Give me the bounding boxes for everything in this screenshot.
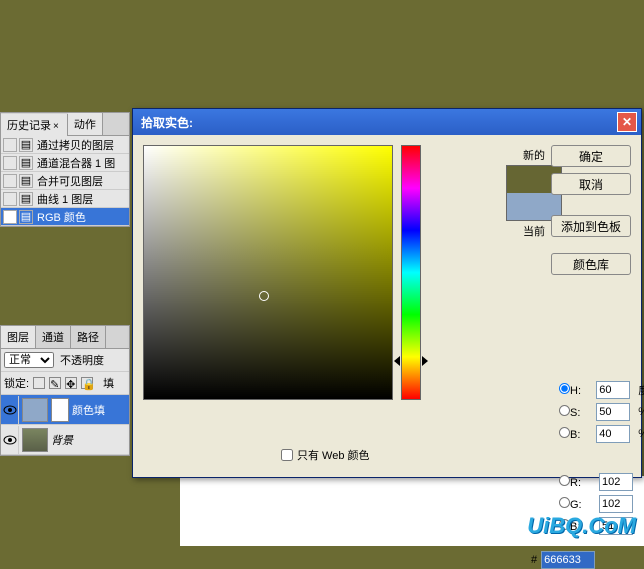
- history-item-label: 通道混合器 1 图: [37, 155, 115, 171]
- history-item-label: RGB 颜色: [37, 209, 86, 225]
- radio-s[interactable]: [559, 405, 570, 416]
- eye-icon: [3, 435, 17, 445]
- unit-deg: 度: [636, 382, 644, 398]
- lock-position-icon[interactable]: ✥: [65, 377, 77, 389]
- history-snapshot-slot[interactable]: [3, 156, 17, 170]
- layer-icon: ▤: [19, 138, 33, 152]
- label-s: S:: [570, 407, 582, 419]
- tab-layers[interactable]: 图层: [1, 326, 36, 348]
- history-tabs: 历史记录× 动作: [1, 113, 129, 136]
- opacity-label: 不透明度: [60, 352, 104, 368]
- adjustment-icon: ▤: [19, 156, 33, 170]
- history-snapshot-slot[interactable]: [3, 192, 17, 206]
- history-item[interactable]: ▤ 通过拷贝的图层: [1, 136, 129, 154]
- color-picker-dialog: 拾取实色: ✕ 新的 当前 确定 取消 添加到色板 颜色: [132, 108, 642, 478]
- history-item[interactable]: ▸ ▤ RGB 颜色: [1, 208, 129, 226]
- tab-paths[interactable]: 路径: [71, 326, 106, 348]
- lock-pixels-icon[interactable]: ✎: [49, 377, 61, 389]
- close-icon[interactable]: ×: [51, 121, 61, 132]
- history-item-label: 合并可见图层: [37, 173, 103, 189]
- cancel-button[interactable]: 取消: [551, 173, 631, 195]
- watermark: UiBQ.CoM: [527, 513, 636, 539]
- add-swatch-button[interactable]: 添加到色板: [551, 215, 631, 237]
- swatch-current-label: 当前: [523, 223, 545, 239]
- input-bri[interactable]: [596, 425, 630, 443]
- history-item[interactable]: ▤ 曲线 1 图层: [1, 190, 129, 208]
- input-r[interactable]: [599, 473, 633, 491]
- radio-bri[interactable]: [559, 427, 570, 438]
- layers-options: 正常 不透明度: [1, 349, 129, 372]
- layer-thumbnail[interactable]: [22, 398, 48, 422]
- hue-slider-handle[interactable]: [394, 356, 428, 366]
- layers-tabs: 图层 通道 路径: [1, 326, 129, 349]
- radio-r[interactable]: [559, 475, 570, 486]
- hex-row: #: [531, 551, 595, 569]
- blend-mode-select[interactable]: 正常: [4, 352, 54, 368]
- eye-icon: [3, 405, 17, 415]
- color-field-marker[interactable]: [259, 291, 269, 301]
- dialog-buttons: 确定 取消 添加到色板 颜色库: [551, 145, 631, 275]
- dialog-title: 拾取实色:: [137, 114, 617, 131]
- mode-icon: ▤: [19, 210, 33, 224]
- history-snapshot-slot[interactable]: [3, 138, 17, 152]
- input-g[interactable]: [599, 495, 633, 513]
- close-button[interactable]: ✕: [617, 112, 637, 132]
- visibility-toggle[interactable]: [1, 396, 19, 424]
- layers-lock-row: 锁定: ✎ ✥ 🔒 填: [1, 372, 129, 395]
- caret-left-icon: [422, 356, 428, 366]
- fill-label: 填: [103, 375, 114, 391]
- unit-pct2: %: [636, 428, 644, 440]
- label-r: R:: [570, 477, 583, 489]
- history-snapshot-slot[interactable]: ▸: [3, 210, 17, 224]
- tab-history[interactable]: 历史记录×: [1, 114, 68, 136]
- lock-label: 锁定:: [4, 375, 29, 391]
- curves-icon: ▤: [19, 192, 33, 206]
- radio-h[interactable]: [559, 383, 570, 394]
- hash-label: #: [531, 554, 537, 566]
- hue-slider[interactable]: [401, 145, 421, 400]
- lock-all-icon[interactable]: 🔒: [81, 377, 93, 389]
- color-field[interactable]: [143, 145, 393, 400]
- tab-actions[interactable]: 动作: [68, 113, 103, 135]
- label-bri: B:: [570, 429, 582, 441]
- history-item[interactable]: ▤ 通道混合器 1 图: [1, 154, 129, 172]
- layer-thumbnail[interactable]: [22, 428, 48, 452]
- input-h[interactable]: [596, 381, 630, 399]
- layer-label: 颜色填: [72, 402, 105, 418]
- history-snapshot-slot[interactable]: [3, 174, 17, 188]
- web-only-checkbox[interactable]: [281, 449, 293, 461]
- tab-channels[interactable]: 通道: [36, 326, 71, 348]
- titlebar[interactable]: 拾取实色: ✕: [133, 109, 641, 135]
- layer-row[interactable]: 背景: [1, 425, 129, 455]
- history-panel: 历史记录× 动作 ▤ 通过拷贝的图层 ▤ 通道混合器 1 图 ▤ 合并可见图层 …: [0, 112, 130, 227]
- input-s[interactable]: [596, 403, 630, 421]
- layer-row[interactable]: 颜色填: [1, 395, 129, 425]
- web-only-label: 只有 Web 颜色: [297, 447, 370, 463]
- unit-pct: %: [636, 406, 644, 418]
- lock-transparency-icon[interactable]: [33, 377, 45, 389]
- tab-history-label: 历史记录: [7, 120, 51, 132]
- visibility-toggle[interactable]: [1, 426, 19, 454]
- hsb-lab-inputs: H: 度 L: S: % a: B: % b:: [559, 381, 644, 443]
- label-g: G:: [570, 499, 584, 511]
- web-colors-only: 只有 Web 颜色: [281, 447, 370, 463]
- swatch-new-label: 新的: [523, 147, 545, 163]
- color-libraries-button[interactable]: 颜色库: [551, 253, 631, 275]
- ok-button[interactable]: 确定: [551, 145, 631, 167]
- merge-icon: ▤: [19, 174, 33, 188]
- history-item-label: 曲线 1 图层: [37, 191, 93, 207]
- layer-mask-thumbnail[interactable]: [51, 398, 69, 422]
- input-hex[interactable]: [541, 551, 595, 569]
- history-item-label: 通过拷贝的图层: [37, 137, 114, 153]
- caret-right-icon: [394, 356, 400, 366]
- history-item[interactable]: ▤ 合并可见图层: [1, 172, 129, 190]
- radio-g[interactable]: [559, 497, 570, 508]
- label-h: H:: [570, 385, 583, 397]
- layer-label: 背景: [51, 432, 73, 448]
- layers-panel: 图层 通道 路径 正常 不透明度 锁定: ✎ ✥ 🔒 填 颜色填 背景: [0, 325, 130, 456]
